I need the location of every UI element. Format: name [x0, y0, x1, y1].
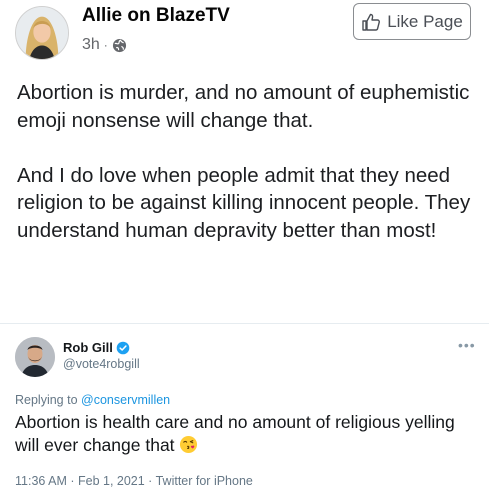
more-options-icon[interactable]: •••: [458, 338, 476, 352]
face-blowing-kiss-emoji: [179, 435, 198, 454]
replying-mention-link[interactable]: @conservmillen: [81, 393, 170, 407]
verified-badge-icon: [116, 341, 130, 355]
tweet-author-avatar[interactable]: [15, 337, 55, 377]
tweet-timestamp[interactable]: 11:36 AM · Feb 1, 2021 · Twitter for iPh…: [15, 474, 253, 488]
embedded-tweet[interactable]: Rob Gill @vote4robgill ••• Replying to @…: [0, 323, 489, 500]
post-time[interactable]: 3h: [82, 36, 100, 54]
replying-prefix: Replying to: [15, 393, 78, 407]
post-body: Abortion is murder, and no amount of eup…: [17, 79, 477, 244]
like-page-button[interactable]: Like Page: [353, 3, 471, 40]
page-name[interactable]: Allie on BlazeTV: [82, 5, 230, 27]
post-paragraph: And I do love when people admit that the…: [17, 163, 471, 242]
post-header: Allie on BlazeTV 3h · Like Page: [0, 0, 489, 62]
tweet-author-handle[interactable]: @vote4robgill: [63, 357, 140, 371]
page-avatar[interactable]: [15, 6, 69, 60]
tweet-author-name-text: Rob Gill: [63, 340, 113, 355]
globe-icon: [112, 38, 127, 53]
tweet-author-name[interactable]: Rob Gill: [63, 340, 130, 355]
tweet-profile-image: [15, 337, 55, 377]
tweet-text: Abortion is health care and no amount of…: [15, 411, 480, 457]
thumbs-up-icon: [361, 12, 381, 32]
tweet-text-content: Abortion is health care and no amount of…: [15, 412, 455, 455]
post-paragraph: Abortion is murder, and no amount of eup…: [17, 81, 470, 132]
post-meta: 3h ·: [82, 36, 127, 54]
like-page-label: Like Page: [387, 11, 463, 31]
meta-separator: ·: [103, 38, 108, 52]
profile-photo-image: [16, 7, 68, 59]
replying-to: Replying to @conservmillen: [15, 393, 170, 407]
